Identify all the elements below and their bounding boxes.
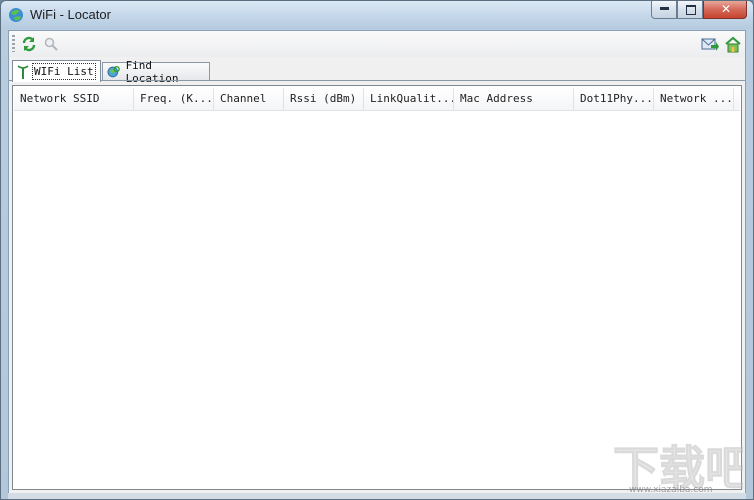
- column-header-network[interactable]: Network ...: [654, 88, 734, 110]
- maximize-button[interactable]: [677, 1, 703, 19]
- column-header-link-quality[interactable]: LinkQualit...: [364, 88, 454, 110]
- wifi-locator-app-icon: [9, 8, 23, 22]
- wifi-list-view[interactable]: Network SSID Freq. (K... Channel Rssi (d…: [12, 85, 742, 490]
- column-header-network-ssid[interactable]: Network SSID: [14, 88, 134, 110]
- watermark-url: www.xiazaiba.com: [629, 485, 713, 495]
- search-button[interactable]: [42, 35, 60, 53]
- column-header-freq[interactable]: Freq. (K...: [134, 88, 214, 110]
- client-area: WIFi List Find Location Network SSID Fre…: [8, 30, 746, 494]
- antenna-icon: [17, 64, 29, 79]
- app-window: WiFi - Locator ✕ WIFi List Find Location…: [0, 0, 754, 500]
- refresh-button[interactable]: [20, 35, 38, 53]
- maximize-icon: [686, 5, 696, 15]
- close-button[interactable]: ✕: [703, 1, 747, 19]
- column-header-rssi[interactable]: Rssi (dBm): [284, 88, 364, 110]
- minimize-button[interactable]: [651, 1, 677, 19]
- list-header: Network SSID Freq. (K... Channel Rssi (d…: [14, 88, 740, 111]
- toolbar-grip[interactable]: [12, 35, 15, 52]
- magnifier-icon: [44, 37, 58, 51]
- globe-search-icon: [107, 65, 120, 78]
- home-button[interactable]: [724, 35, 742, 53]
- mail-arrow-icon: [701, 38, 719, 51]
- close-icon: ✕: [721, 2, 732, 16]
- home-icon: [725, 36, 741, 52]
- tab-divider: [9, 80, 745, 81]
- toolbar: [9, 31, 745, 57]
- title-bar[interactable]: WiFi - Locator ✕: [1, 1, 753, 29]
- tab-find-location[interactable]: Find Location: [102, 59, 210, 85]
- tab-find-location-label: Find Location: [125, 59, 179, 85]
- send-mail-button[interactable]: [701, 35, 719, 53]
- tab-wifi-list-label: WIFi List: [32, 63, 96, 80]
- window-title: WiFi - Locator: [30, 7, 111, 22]
- tab-strip: WIFi List Find Location: [9, 59, 745, 85]
- refresh-icon: [22, 36, 36, 52]
- column-header-mac-address[interactable]: Mac Address: [454, 88, 574, 110]
- column-header-dot11phy[interactable]: Dot11Phy...: [574, 88, 654, 110]
- tab-wifi-list[interactable]: WIFi List: [12, 60, 101, 82]
- minimize-icon: [660, 7, 669, 10]
- column-header-channel[interactable]: Channel: [214, 88, 284, 110]
